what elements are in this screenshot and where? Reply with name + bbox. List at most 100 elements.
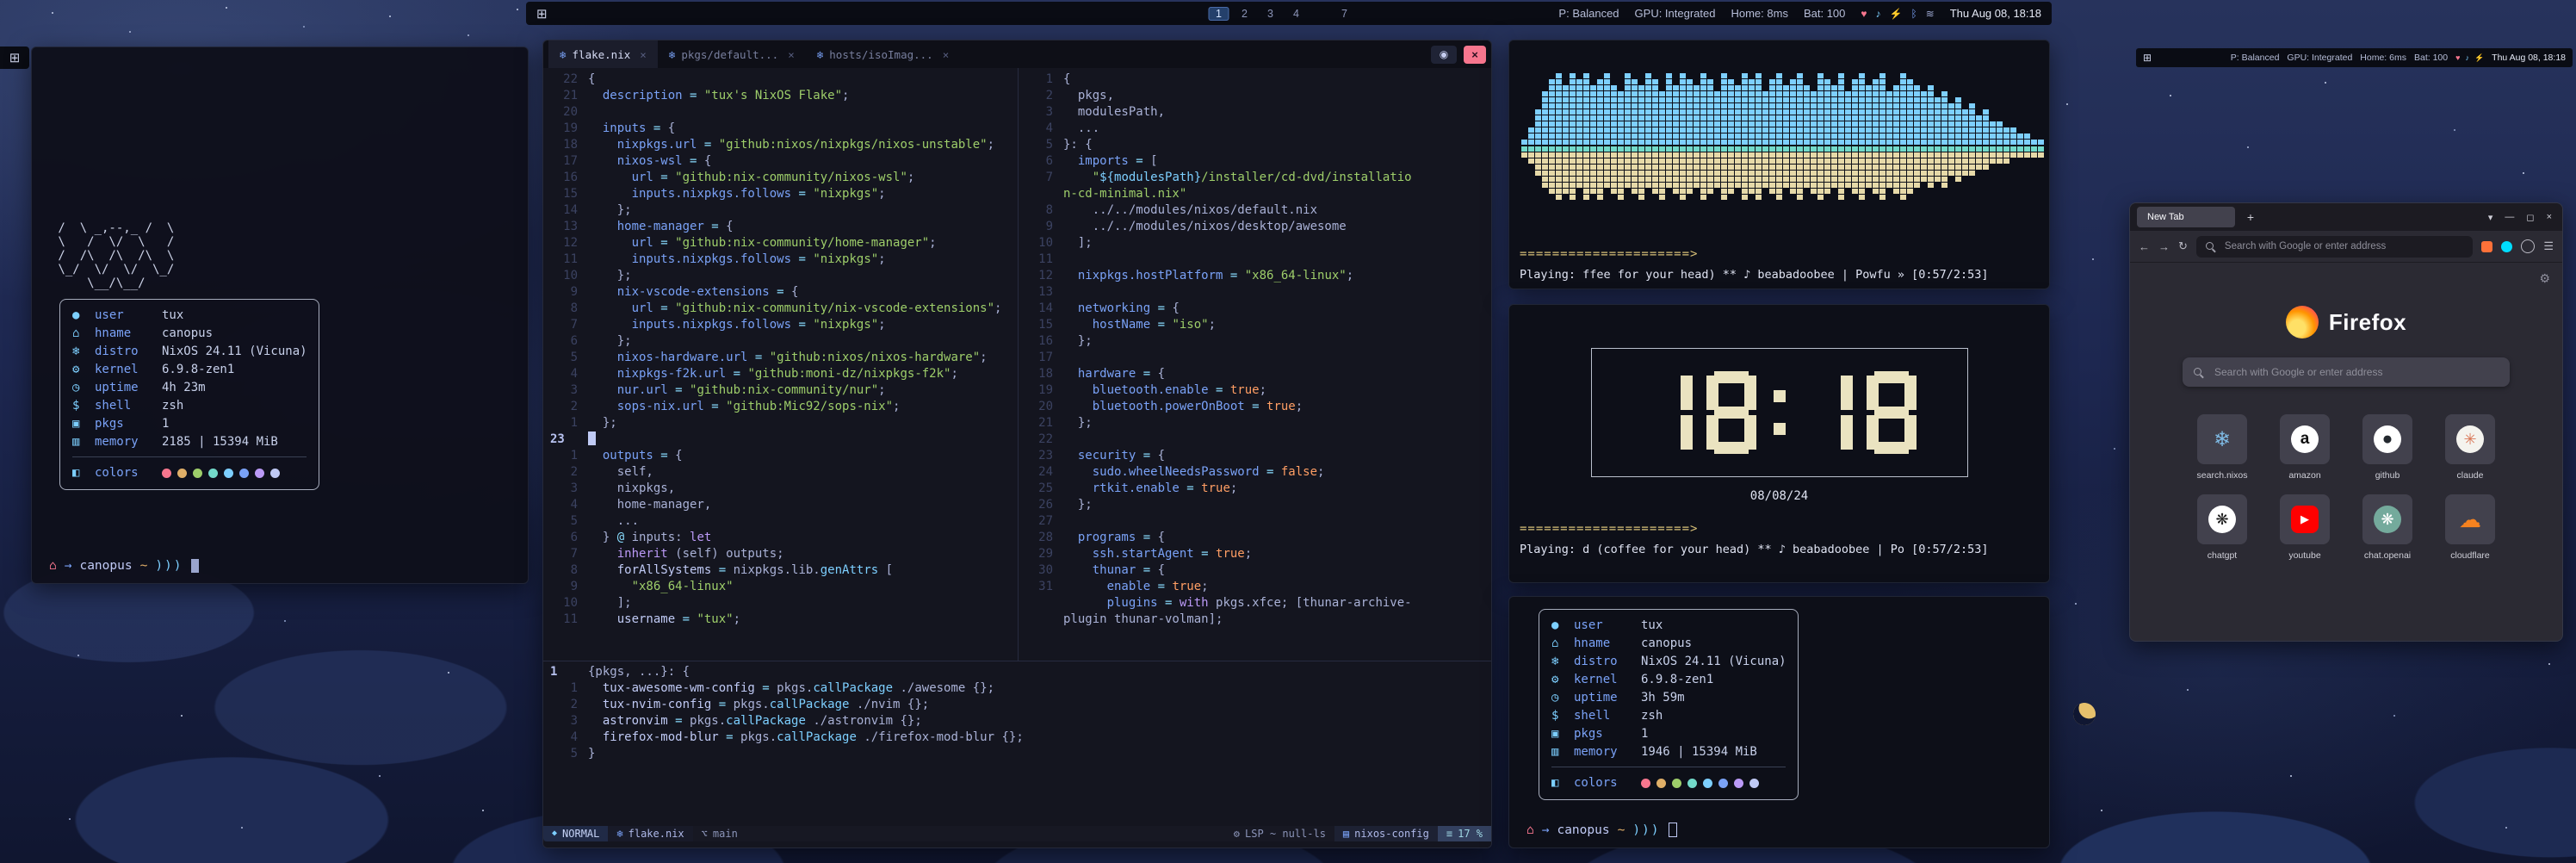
launcher-icon[interactable]: ⊞ [2143,52,2152,64]
palette-dot [1672,779,1681,788]
code-line: 4 home-manager, [543,497,1018,513]
code-line: 7 inputs.nixpkgs.follows = "nixpkgs"; [543,317,1018,333]
code-line: 14 }; [543,202,1018,219]
workspace-tag-2[interactable]: 2 [1235,7,1255,21]
reload-button[interactable]: ↻ [2178,239,2188,253]
prompt-home-icon: ⌂ [1526,823,1534,837]
profile-icon[interactable] [2521,239,2535,253]
extension-icon[interactable] [2481,241,2492,252]
window-close-button[interactable]: × [1464,46,1486,64]
status-item: GPU: Integrated [2287,53,2352,63]
filename-label: flake.nix [629,826,684,841]
tray-icons: ♥♪⚡ [2455,53,2484,63]
back-button[interactable]: ← [2139,240,2150,253]
url-bar[interactable] [2196,236,2473,258]
menu-button[interactable]: ☰ [2543,239,2554,253]
firefox-wordmark: Firefox [2329,309,2406,336]
tab-controls: ◉ × [1431,40,1486,68]
project-label: nixos-config [1354,826,1429,841]
statusline-filename: ❄ flake.nix [608,826,692,841]
browser-tab-new-tab[interactable]: New Tab [2137,207,2235,227]
forward-button[interactable]: → [2158,240,2170,253]
launcher-icon[interactable]: ⊞ [536,6,548,22]
close-button[interactable]: × [2547,212,2552,222]
tab-close-icon[interactable]: × [640,48,647,61]
audio-waveform [1520,56,2039,242]
palette-dot [1656,779,1666,788]
heart-icon: ♥ [2455,53,2460,63]
launcher-icon[interactable]: ⊞ [9,50,21,65]
lsp-label: LSP ~ null-ls [1245,826,1326,841]
editor-tabbar: ❄flake.nix×❄pkgs/default...×❄hosts/isoIm… [543,40,1491,68]
code-line: 1{ [1019,71,1491,88]
extension-icon[interactable] [2501,241,2512,252]
prompt-arrow-icon: → [65,559,72,573]
fetch-row-kernel: ⚙kernel6.9.8-zen1 [72,361,307,379]
tab-close-icon[interactable]: × [943,48,950,61]
code-line: 1 tux-awesome-wm-config = pkgs.callPacka… [543,680,1491,697]
wifi-icon: ≋ [1926,8,1935,20]
amazon-icon: a [2291,425,2319,453]
shortcut-search.nixos[interactable]: ❄search.nixos [2185,414,2259,481]
fetch-row-pkgs: ▣pkgs1 [72,415,307,433]
fetch-row-hname: ⌂hnamecanopus [72,325,307,343]
terminal-window-fastfetch-2: ●usertux⌂hnamecanopus❄distroNixOS 24.11 … [1508,596,2050,848]
gear-icon[interactable]: ⚙ [2539,271,2550,286]
code-pane-pkgs-default[interactable]: 1{pkgs, ...}: {1 tux-awesome-wm-config =… [543,661,1491,826]
code-line: 8 forAllSystems = nixpkgs.lib.genAttrs [ [543,562,1018,579]
shortcut-cloudflare[interactable]: ☁cloudflare [2433,494,2507,561]
code-pane-iso-image[interactable]: 1{2 pkgs,3 modulesPath,4 ...5}: {6 impor… [1018,68,1491,661]
fetch-row-distro: ❄distroNixOS 24.11 (Vicuna) [72,343,307,361]
url-input[interactable] [2223,240,2464,252]
maximize-button[interactable]: ◻ [2526,212,2534,223]
code-line: 18 hardware = { [1019,366,1491,382]
editor-tab-hosts/isoImag...[interactable]: ❄hosts/isoImag...× [806,40,960,68]
shortcut-amazon[interactable]: aamazon [2268,414,2342,481]
terminal-cursor[interactable] [191,559,199,573]
editor-tab-flake.nix[interactable]: ❄flake.nix× [548,40,658,68]
code-pane-flake-nix[interactable]: 22{21 description = "tux's NixOS Flake";… [543,68,1018,661]
tab-close-icon[interactable]: × [788,48,795,61]
workspace-tag-3[interactable]: 3 [1260,7,1281,21]
shortcut-claude[interactable]: ✳claude [2433,414,2507,481]
code-line: plugin thunar-volman]; [1019,612,1491,628]
track-progress-bar: =====================> [1520,247,2039,261]
nix-file-icon: ❄ [616,826,622,841]
fetch-row-shell: $shellzsh [1551,707,1786,725]
new-tab-search-input[interactable] [2213,365,2499,379]
new-tab-button[interactable]: + [2242,210,2259,224]
shortcut-chat.openai[interactable]: ❋chat.openai [2350,494,2424,561]
palette-dot [1734,779,1743,788]
palette-dot [162,469,171,478]
palette-dot [1687,779,1697,788]
bar-clock[interactable]: Thu Aug 08, 18:18 [1950,7,2041,20]
minimize-button[interactable]: — [2505,212,2514,222]
neovim-editor-window: ❄flake.nix×❄pkgs/default...×❄hosts/isoIm… [542,40,1492,848]
workspace-tag-1[interactable]: 1 [1209,7,1229,21]
heart-icon: ♥ [1861,8,1867,20]
search-icon [2193,367,2204,378]
code-line: 19 inputs = { [543,121,1018,137]
prompt-path: ~ [140,559,148,573]
code-line: 14 networking = { [1019,301,1491,317]
left-monitor-bar[interactable]: ⊞ [0,47,29,69]
shortcut-chatgpt[interactable]: ❋chatgpt [2185,494,2259,561]
editor-tab-pkgs/default...[interactable]: ❄pkgs/default...× [658,40,806,68]
bar-clock[interactable]: Thu Aug 08, 18:18 [2492,53,2566,63]
mode-icon: ◆ [552,826,557,841]
workspace-tag-4[interactable]: 4 [1286,7,1307,21]
list-tabs-icon[interactable]: ▾ [2488,212,2493,223]
firefox-logo-row: Firefox [2286,306,2406,338]
shortcut-github[interactable]: ●github [2350,414,2424,481]
new-tab-search-bar[interactable] [2183,357,2510,387]
workspace-tag-7[interactable]: 7 [1334,7,1355,21]
eye-toggle-button[interactable]: ◉ [1431,46,1457,64]
code-line: 11 username = "tux"; [543,612,1018,628]
code-line: 1 outputs = { [543,448,1018,464]
prompt-chevrons: ))) [1632,823,1660,837]
code-line: 16 url = "github:nix-community/nixos-wsl… [543,170,1018,186]
github-icon: ● [2374,425,2401,453]
terminal-cursor[interactable] [1669,823,1677,837]
shortcut-youtube[interactable]: ▶youtube [2268,494,2342,561]
code-line: 1 }; [543,415,1018,432]
